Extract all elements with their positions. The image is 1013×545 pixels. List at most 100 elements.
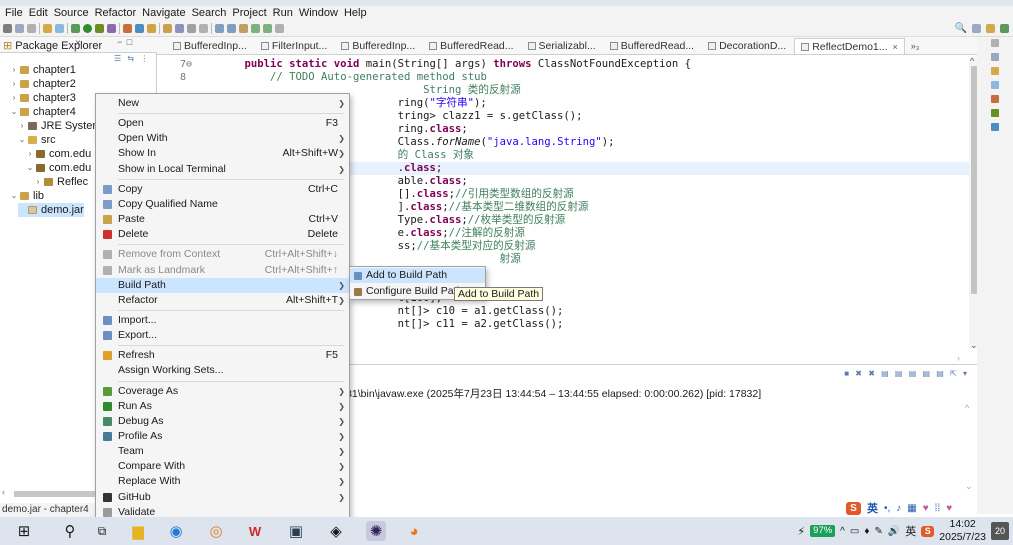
scroll-up-icon[interactable]: ^ bbox=[970, 56, 974, 66]
menu-item-profile-as[interactable]: Profile As ❯ bbox=[96, 429, 349, 444]
notifications-badge[interactable]: 20 bbox=[991, 522, 1009, 540]
windows-start-icon[interactable]: ⊞ bbox=[14, 521, 34, 541]
menu-item-coverage-as[interactable]: Coverage As ❯ bbox=[96, 384, 349, 399]
eclipse-icon[interactable]: ✺ bbox=[366, 521, 386, 541]
declaration-icon[interactable] bbox=[991, 109, 999, 117]
tree-item[interactable]: › com.edu bbox=[26, 147, 92, 161]
toggle-mark-icon[interactable] bbox=[187, 23, 196, 33]
battery-status[interactable]: 97% bbox=[810, 525, 836, 537]
qq-icon[interactable]: ◈ bbox=[326, 521, 346, 541]
tree-item[interactable]: › chapter2 bbox=[10, 77, 76, 91]
editor-tab[interactable]: BufferedRead... bbox=[604, 38, 700, 54]
menu-item-import[interactable]: Import... bbox=[96, 313, 349, 328]
submenu-item-add-to-build-path[interactable]: Add to Build Path bbox=[350, 268, 485, 283]
outline-icon[interactable] bbox=[991, 53, 999, 61]
menu-item-run-as[interactable]: Run As ❯ bbox=[96, 399, 349, 414]
pen-icon[interactable]: ✎ bbox=[874, 526, 882, 537]
menu-item-copy-qualified-name[interactable]: Copy Qualified Name bbox=[96, 197, 349, 212]
chevron-down-icon[interactable]: ⌄ bbox=[10, 105, 18, 119]
more-icon[interactable]: ♥ bbox=[946, 503, 952, 514]
scroll-down-icon[interactable]: ⌄ bbox=[965, 481, 973, 492]
editor-tab[interactable]: ReflectDemo1... × bbox=[794, 38, 905, 54]
pin-icon[interactable] bbox=[199, 23, 208, 33]
chevron-right-icon[interactable]: › bbox=[26, 147, 34, 161]
volume-icon[interactable]: 🔊 bbox=[888, 526, 900, 537]
minimize-icon[interactable] bbox=[991, 39, 999, 47]
search-icon[interactable]: ⚲ bbox=[60, 521, 80, 541]
chevron-right-icon[interactable]: › bbox=[10, 63, 18, 77]
view-controls[interactable]: − □ bbox=[117, 37, 133, 47]
menu-refactor[interactable]: Refactor bbox=[92, 6, 140, 20]
new-icon[interactable] bbox=[3, 23, 12, 33]
punctuation-icon[interactable]: •, bbox=[884, 503, 890, 514]
ime-mode[interactable]: 英 bbox=[867, 500, 878, 516]
search-icon[interactable]: 🔍 bbox=[955, 23, 967, 34]
javadoc-icon[interactable] bbox=[991, 95, 999, 103]
external-tools-icon[interactable] bbox=[107, 23, 116, 33]
menu-search[interactable]: Search bbox=[189, 6, 230, 20]
task-list-icon[interactable] bbox=[991, 67, 999, 75]
menu-edit[interactable]: Edit bbox=[26, 6, 51, 20]
clock[interactable]: 14:02 2025/7/23 bbox=[939, 518, 986, 544]
collapse-all-icon[interactable]: ☰ ⇆ ⋮ bbox=[114, 54, 150, 63]
input-language[interactable]: 英 bbox=[905, 523, 916, 539]
tree-item[interactable]: › chapter1 bbox=[10, 63, 76, 77]
back-icon[interactable] bbox=[251, 23, 260, 33]
new-java-project-icon[interactable] bbox=[123, 23, 132, 33]
open-type-icon[interactable] bbox=[163, 23, 172, 33]
menu-item-mark-as-landmark[interactable]: Mark as Landmark Ctrl+Alt+Shift+↑ bbox=[96, 263, 349, 278]
skip-breakpoints-icon[interactable] bbox=[43, 23, 52, 33]
menu-item-refactor[interactable]: Refactor Alt+Shift+T ❯ bbox=[96, 293, 349, 308]
save-icon[interactable] bbox=[15, 23, 24, 33]
network-icon[interactable]: ▭ bbox=[850, 526, 859, 537]
tree-item[interactable]: ⌄ com.edu bbox=[26, 161, 92, 175]
tree-item[interactable]: › chapter3 bbox=[10, 91, 76, 105]
menu-item-compare-with[interactable]: Compare With ❯ bbox=[96, 459, 349, 474]
tree-item[interactable]: ⌄ src bbox=[18, 133, 56, 147]
more-tabs-icon[interactable]: »₃ bbox=[911, 41, 920, 51]
skin-icon[interactable]: ♥ bbox=[923, 503, 929, 514]
editor-tab[interactable]: FilterInput... bbox=[255, 38, 333, 54]
edge-browser-icon[interactable]: ◉ bbox=[166, 521, 186, 541]
terminal-icon[interactable] bbox=[55, 23, 64, 33]
menu-item-new[interactable]: New ❯ bbox=[96, 96, 349, 111]
run-icon[interactable] bbox=[83, 23, 92, 33]
previous-annotation-icon[interactable] bbox=[227, 23, 236, 33]
tree-item[interactable]: › JRE System bbox=[18, 119, 102, 133]
menu-item-github[interactable]: GitHub ❯ bbox=[96, 490, 349, 505]
wps-icon[interactable]: W bbox=[245, 521, 265, 541]
code-line[interactable]: 7⊖ public static void main(String[] args… bbox=[157, 58, 969, 71]
debug-perspective-icon[interactable] bbox=[1000, 24, 1009, 33]
notepad-icon[interactable]: ▣ bbox=[286, 521, 306, 541]
menu-item-delete[interactable]: Delete Delete bbox=[96, 227, 349, 242]
forward-icon[interactable] bbox=[263, 23, 272, 33]
menu-project[interactable]: Project bbox=[229, 6, 269, 20]
chevron-right-icon[interactable]: › bbox=[18, 119, 26, 133]
show-hidden-icons[interactable]: ^ bbox=[840, 526, 845, 537]
chevron-right-icon[interactable]: › bbox=[34, 175, 42, 189]
java-perspective-icon[interactable] bbox=[986, 24, 995, 33]
console-icon[interactable] bbox=[991, 123, 999, 131]
chevron-down-icon[interactable]: ⌄ bbox=[10, 189, 18, 203]
package-explorer-tab[interactable]: ⊞ Package Explorer × − □ bbox=[0, 37, 157, 53]
task-view-icon[interactable]: ⧉ bbox=[92, 521, 112, 541]
tree-item[interactable]: demo.jar bbox=[18, 203, 84, 217]
editor-tab[interactable]: BufferedRead... bbox=[423, 38, 519, 54]
keyboard-icon[interactable]: ▦ bbox=[907, 503, 916, 514]
scroll-up-icon[interactable]: ^ bbox=[965, 403, 969, 413]
tree-item[interactable]: › Reflec bbox=[34, 175, 89, 189]
close-icon[interactable]: × bbox=[893, 39, 898, 55]
coverage-icon[interactable] bbox=[95, 23, 104, 33]
new-class-icon[interactable] bbox=[147, 23, 156, 33]
sogou-logo-icon[interactable]: S bbox=[846, 501, 861, 515]
toolbox-icon[interactable]: ⁞⁞ bbox=[935, 503, 941, 514]
sogou-tray-icon[interactable]: S bbox=[921, 525, 935, 537]
open-perspective-icon[interactable] bbox=[972, 24, 981, 33]
scroll-left-icon[interactable]: ‹ bbox=[2, 487, 5, 497]
code-line[interactable]: 8 // TODO Auto-generated method stub bbox=[157, 71, 969, 84]
search-icon[interactable] bbox=[175, 23, 184, 33]
menu-item-export[interactable]: Export... bbox=[96, 328, 349, 343]
menu-item-show-in[interactable]: Show In Alt+Shift+W ❯ bbox=[96, 146, 349, 161]
save-all-icon[interactable] bbox=[27, 23, 36, 33]
microphone-icon[interactable]: ♦ bbox=[864, 526, 869, 537]
